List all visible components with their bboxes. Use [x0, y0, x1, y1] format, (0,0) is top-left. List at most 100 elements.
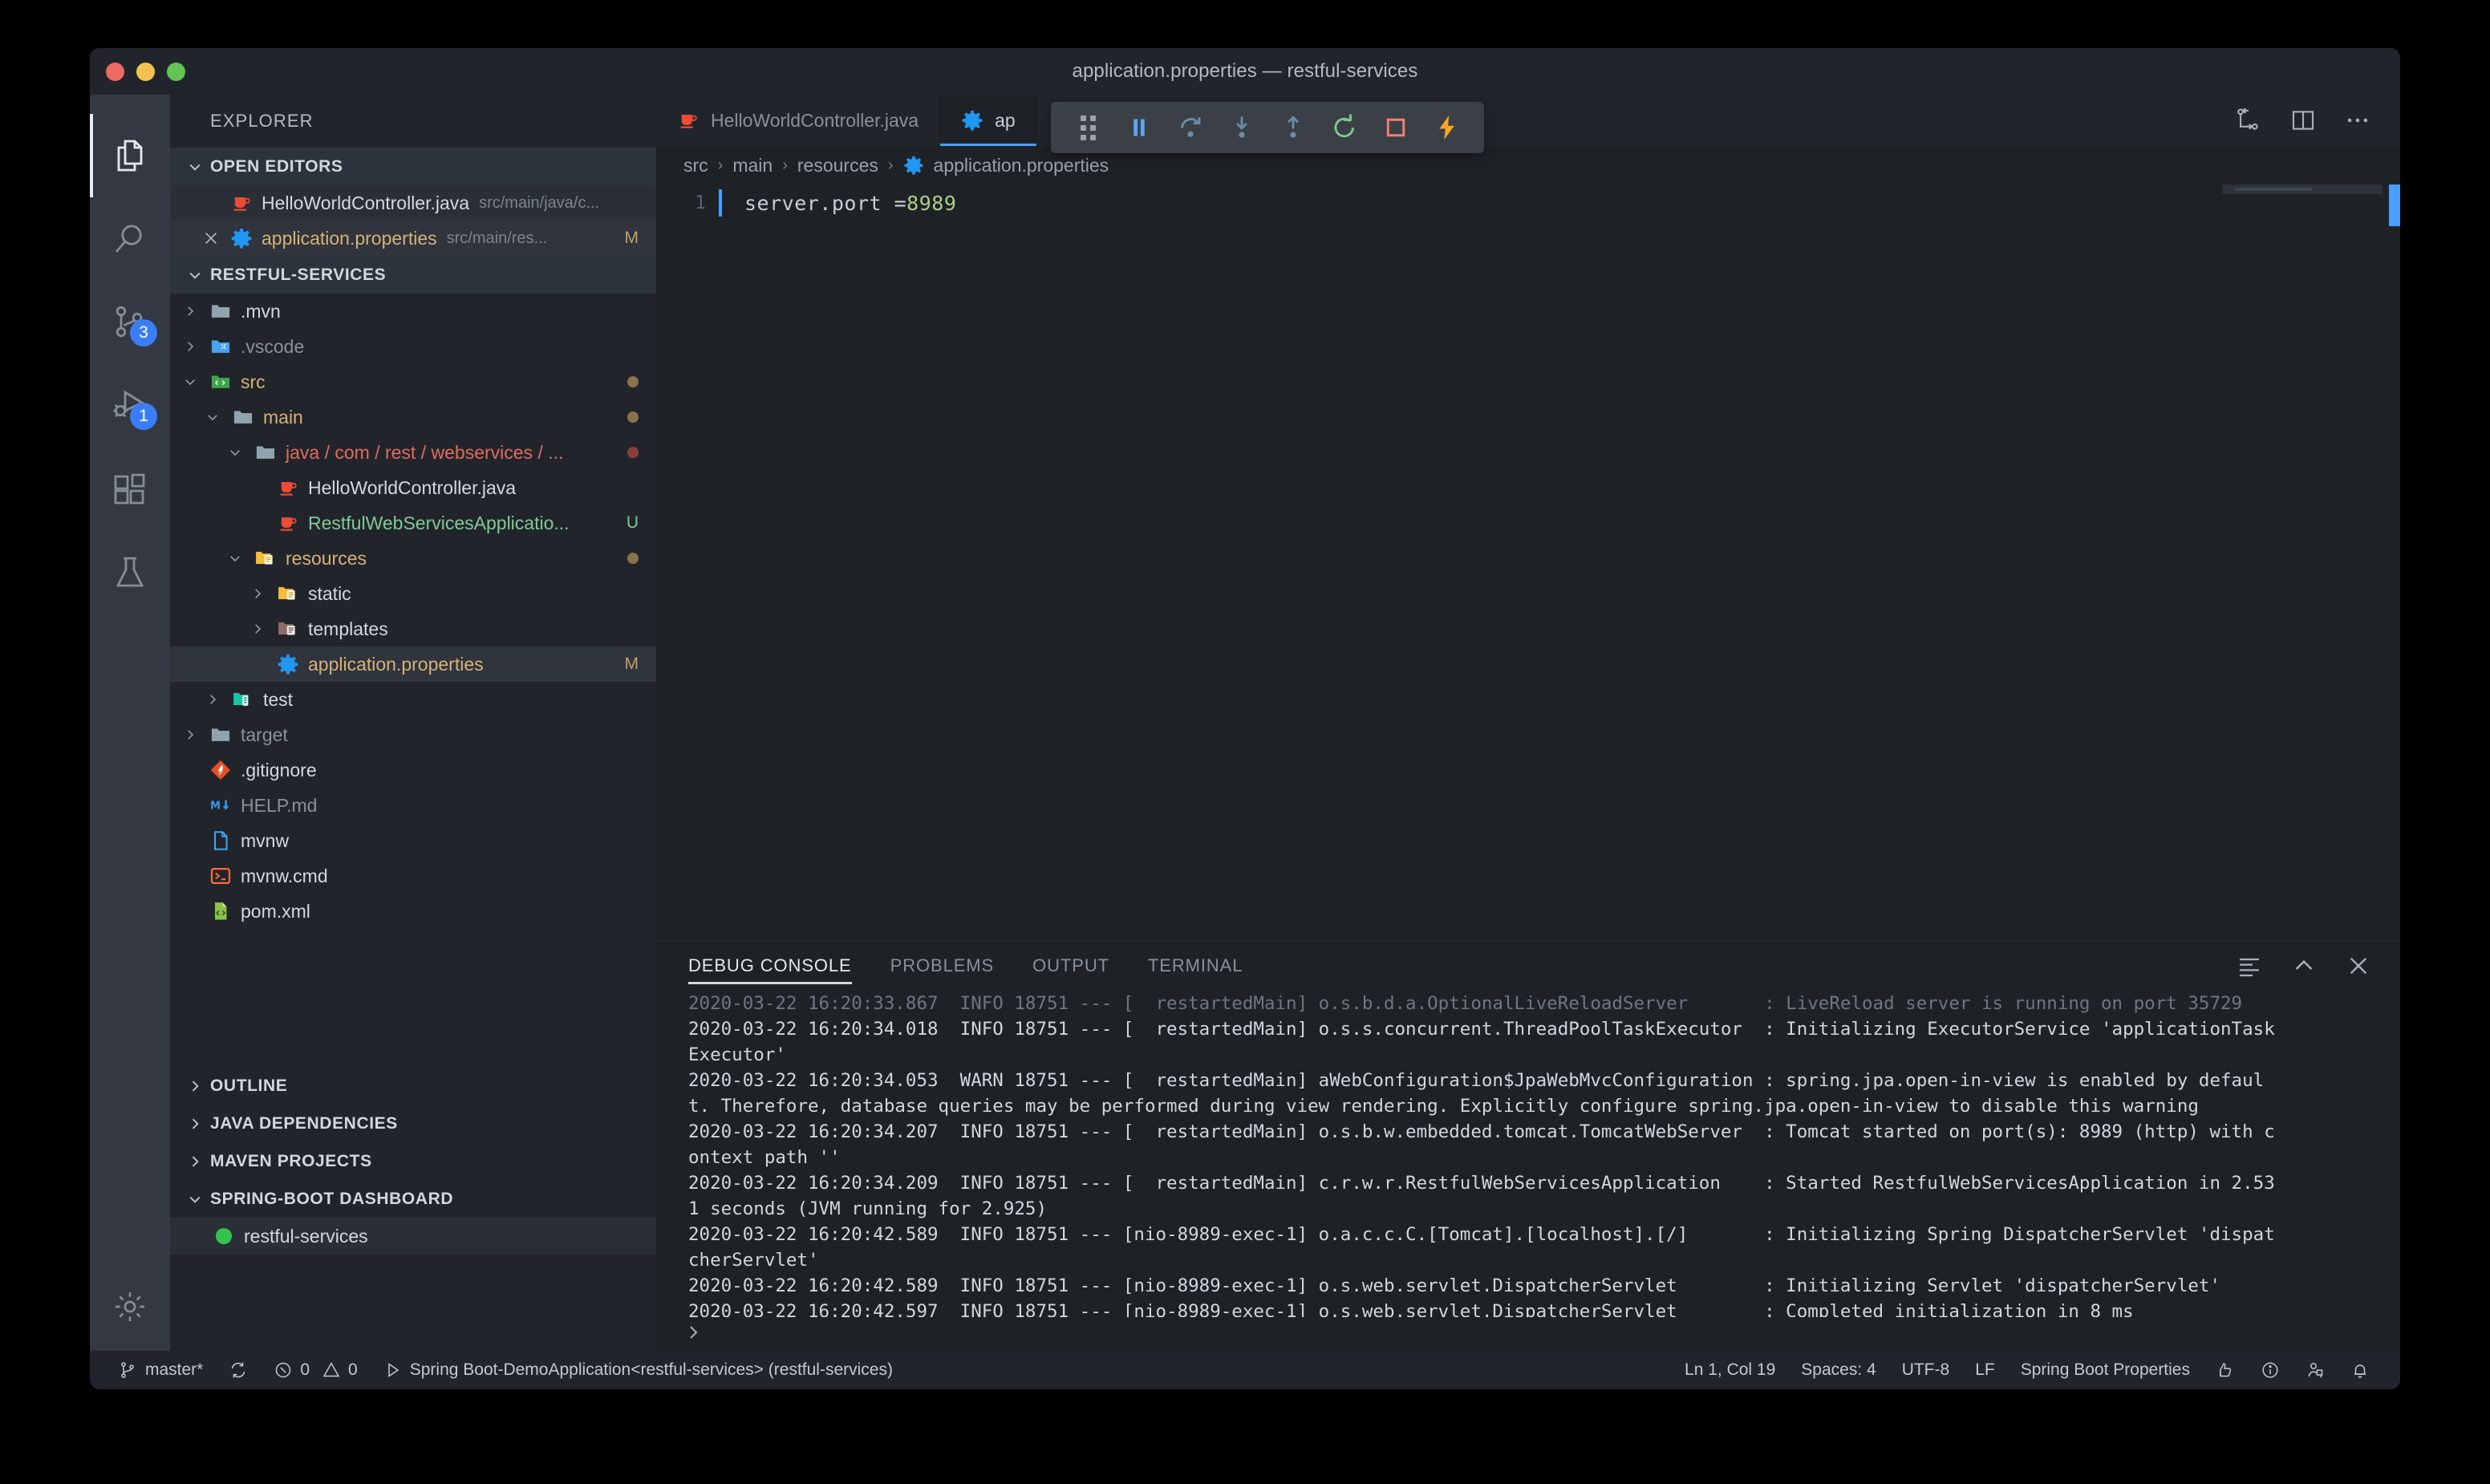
hot-reload-button[interactable]: [1421, 105, 1473, 150]
info-icon: [2262, 1362, 2278, 1378]
tree-item-java[interactable]: java / com / rest / webservices / ...: [170, 435, 656, 470]
maximize-panel-icon[interactable]: [2291, 953, 2317, 979]
close-panel-icon[interactable]: [2346, 953, 2371, 979]
section-maven-projects[interactable]: MAVEN PROJECTS: [170, 1142, 656, 1180]
open-editor-item[interactable]: HelloWorldController.java src/main/java/…: [170, 185, 656, 221]
more-actions-icon[interactable]: [2344, 107, 2371, 134]
breadcrumb-resources[interactable]: resources: [797, 155, 878, 176]
split-editor-icon[interactable]: [2289, 107, 2317, 134]
tree-item-pomxml[interactable]: pom.xml: [170, 894, 656, 929]
status-cursor-position[interactable]: Ln 1, Col 19: [1672, 1351, 1788, 1389]
debug-console-output[interactable]: 2020-03-22 16:20:33.867 INFO 18751 --- […: [656, 991, 2400, 1317]
title-bar: application.properties — restful-service…: [90, 48, 2400, 95]
step-into-button[interactable]: [1216, 105, 1267, 150]
tab-output[interactable]: OUTPUT: [1032, 941, 1109, 991]
status-language-mode[interactable]: Spring Boot Properties: [2008, 1351, 2203, 1389]
play-icon: [387, 1363, 399, 1377]
chevron-down-icon[interactable]: [176, 375, 204, 389]
tree-item-resources[interactable]: resources: [170, 541, 656, 576]
status-encoding[interactable]: UTF-8: [1889, 1351, 1963, 1389]
tab-application-properties[interactable]: ap: [940, 95, 1037, 146]
console-input-chevron-icon[interactable]: [683, 1323, 703, 1346]
activity-extensions[interactable]: [90, 448, 170, 531]
tab-label: ap: [995, 109, 1016, 131]
console-line: 2020-03-22 16:20:34.018 INFO 18751 --- […: [688, 1019, 2275, 1040]
status-run-config[interactable]: Spring Boot-DemoApplication<restful-serv…: [371, 1351, 906, 1389]
tree-item-templates[interactable]: templates: [170, 611, 656, 647]
code-line-1[interactable]: 1 server.port = 8989: [656, 184, 2400, 218]
editor-area: HelloWorldController.java ap src › main …: [656, 95, 2400, 1351]
breadcrumb[interactable]: src › main › resources › application.pro…: [656, 146, 2400, 184]
tree-item-src[interactable]: src: [170, 364, 656, 399]
tree-item-gitignore[interactable]: .gitignore: [170, 752, 656, 788]
tree-item-RestfulWebServicesApplicatio[interactable]: RestfulWebServicesApplicatio... U: [170, 505, 656, 541]
stop-button[interactable]: [1370, 105, 1421, 150]
chevron-down-icon[interactable]: [221, 551, 249, 566]
chevron-down-icon[interactable]: [199, 410, 226, 424]
status-branch[interactable]: master*: [106, 1351, 216, 1389]
section-outline[interactable]: OUTLINE: [170, 1067, 656, 1105]
step-out-button[interactable]: [1267, 105, 1319, 150]
code-editor[interactable]: 1 server.port = 8989: [656, 184, 2400, 940]
debug-toolbar[interactable]: [1051, 102, 1484, 153]
open-editor-item[interactable]: application.properties src/main/res... M: [170, 221, 656, 256]
tree-item-test[interactable]: test: [170, 682, 656, 717]
decoration-overview-ruler: [2389, 184, 2400, 226]
tree-item-HELPmd[interactable]: M HELP.md: [170, 788, 656, 823]
tree-item-main[interactable]: main: [170, 399, 656, 435]
chevron-right-icon[interactable]: [176, 339, 204, 354]
chevron-right-icon[interactable]: [176, 728, 204, 742]
chevron-right-icon[interactable]: [199, 692, 226, 707]
breadcrumb-main[interactable]: main: [732, 155, 773, 176]
activity-source-control[interactable]: 3: [90, 281, 170, 364]
status-info[interactable]: [2248, 1351, 2293, 1389]
tree-item-applicationproperties[interactable]: application.properties M: [170, 647, 656, 682]
pause-button[interactable]: [1113, 105, 1165, 150]
tree-item-mvn[interactable]: .mvn: [170, 294, 656, 329]
activity-explorer[interactable]: [90, 114, 170, 197]
drag-handle-icon[interactable]: [1062, 105, 1113, 150]
code-text: server.port =: [744, 191, 907, 215]
tree-item-target[interactable]: target: [170, 717, 656, 752]
activity-testing[interactable]: [90, 531, 170, 614]
status-problems[interactable]: 0 0: [261, 1351, 370, 1389]
clear-console-icon[interactable]: [2237, 953, 2262, 979]
status-indentation[interactable]: Spaces: 4: [1788, 1351, 1888, 1389]
tab-helloworldcontroller[interactable]: HelloWorldController.java: [656, 95, 941, 146]
tab-problems[interactable]: PROBLEMS: [890, 941, 994, 991]
tab-debug-console[interactable]: DEBUG CONSOLE: [688, 941, 852, 991]
chevron-right-icon[interactable]: [176, 304, 204, 318]
console-line: 2020-03-22 16:20:42.597 INFO 18751 --- […: [688, 1301, 2134, 1317]
chevron-down-icon[interactable]: [221, 445, 249, 460]
java-icon: [225, 192, 258, 214]
close-icon[interactable]: [197, 229, 225, 247]
step-over-button[interactable]: [1165, 105, 1216, 150]
open-editors-header[interactable]: OPEN EDITORS: [170, 148, 656, 185]
status-feedback[interactable]: [2203, 1351, 2248, 1389]
status-remote[interactable]: [2293, 1351, 2338, 1389]
project-header[interactable]: RESTFUL-SERVICES: [170, 256, 656, 294]
restart-button[interactable]: [1319, 105, 1370, 150]
tree-item-mvnwcmd[interactable]: mvnw.cmd: [170, 858, 656, 894]
activity-manage[interactable]: [112, 1263, 148, 1351]
chevron-right-icon[interactable]: [244, 586, 271, 601]
status-notifications[interactable]: [2338, 1351, 2383, 1389]
status-eol[interactable]: LF: [1962, 1351, 2008, 1389]
tree-item-static[interactable]: static: [170, 576, 656, 611]
tree-item-mvnw[interactable]: mvnw: [170, 823, 656, 858]
chevron-right-icon[interactable]: [244, 622, 271, 636]
dashboard-item-restful-services[interactable]: restful-services: [170, 1218, 656, 1255]
tree-item-vscode[interactable]: .vscode: [170, 329, 656, 364]
split-editor-flow-icon[interactable]: [2235, 107, 2262, 134]
section-spring-boot-dashboard[interactable]: SPRING-BOOT DASHBOARD: [170, 1180, 656, 1218]
activity-search[interactable]: [90, 197, 170, 281]
tab-terminal[interactable]: TERMINAL: [1148, 941, 1243, 991]
breadcrumb-file[interactable]: application.properties: [934, 155, 1109, 176]
status-sync[interactable]: [216, 1351, 261, 1389]
tree-item-HelloWorldControllerjava[interactable]: HelloWorldController.java: [170, 470, 656, 505]
terminal-file-icon: [204, 865, 237, 887]
breadcrumb-src[interactable]: src: [683, 155, 708, 176]
warning-icon: [322, 1361, 340, 1377]
activity-run-debug[interactable]: 1: [90, 364, 170, 448]
section-java-dependencies[interactable]: JAVA DEPENDENCIES: [170, 1105, 656, 1142]
